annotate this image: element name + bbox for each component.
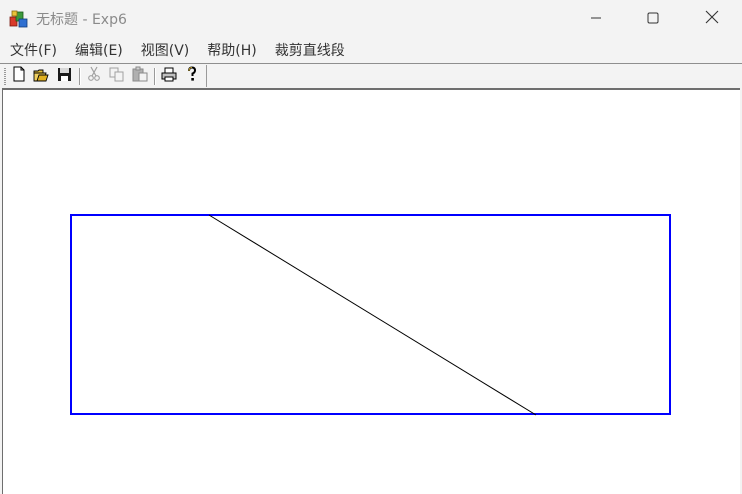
paste-icon (132, 66, 148, 86)
clipped-line-segment (208, 214, 537, 416)
menu-edit[interactable]: 编辑(E) (65, 40, 123, 60)
copy-icon (109, 67, 125, 86)
toolbar-separator (79, 68, 81, 85)
title-bar[interactable]: 无标题 - Exp6 (0, 0, 742, 37)
app-window: 无标题 - Exp6 文件(F) 编辑(E) 视图(V) 帮助(H) 裁剪直线段 (0, 0, 742, 494)
canvas-svg (70, 214, 671, 416)
copy-button[interactable] (107, 67, 127, 85)
maximize-button[interactable] (624, 0, 681, 37)
standard-toolbar (2, 65, 207, 87)
open-folder-icon (33, 67, 49, 86)
menu-bar: 文件(F) 编辑(E) 视图(V) 帮助(H) 裁剪直线段 (0, 37, 742, 63)
new-button[interactable] (9, 66, 29, 86)
new-file-icon (12, 66, 26, 86)
save-button[interactable] (54, 67, 74, 85)
open-button[interactable] (31, 67, 51, 85)
toolbar-area (0, 63, 742, 88)
menu-help[interactable]: 帮助(H) (197, 40, 256, 60)
close-icon (705, 9, 719, 28)
help-icon (185, 66, 199, 86)
minimize-button[interactable] (567, 0, 624, 37)
drawing-canvas[interactable] (2, 88, 740, 494)
menu-file[interactable]: 文件(F) (0, 40, 57, 60)
save-icon (57, 67, 72, 86)
print-icon (161, 67, 177, 86)
toolbar-grip[interactable] (4, 68, 6, 85)
toolbar-separator (154, 68, 156, 85)
menu-clip-line[interactable]: 裁剪直线段 (265, 40, 345, 60)
mfc-app-icon (9, 9, 29, 29)
paste-button[interactable] (130, 66, 150, 86)
help-button[interactable] (182, 66, 202, 86)
print-button[interactable] (159, 67, 179, 85)
cut-icon (87, 66, 101, 86)
minimize-icon (590, 9, 602, 28)
close-button[interactable] (682, 0, 742, 37)
cut-button[interactable] (84, 66, 104, 86)
window-title: 无标题 - Exp6 (36, 12, 127, 28)
maximize-icon (647, 9, 659, 28)
menu-view[interactable]: 视图(V) (131, 40, 190, 60)
clip-window-rectangle (70, 214, 671, 415)
